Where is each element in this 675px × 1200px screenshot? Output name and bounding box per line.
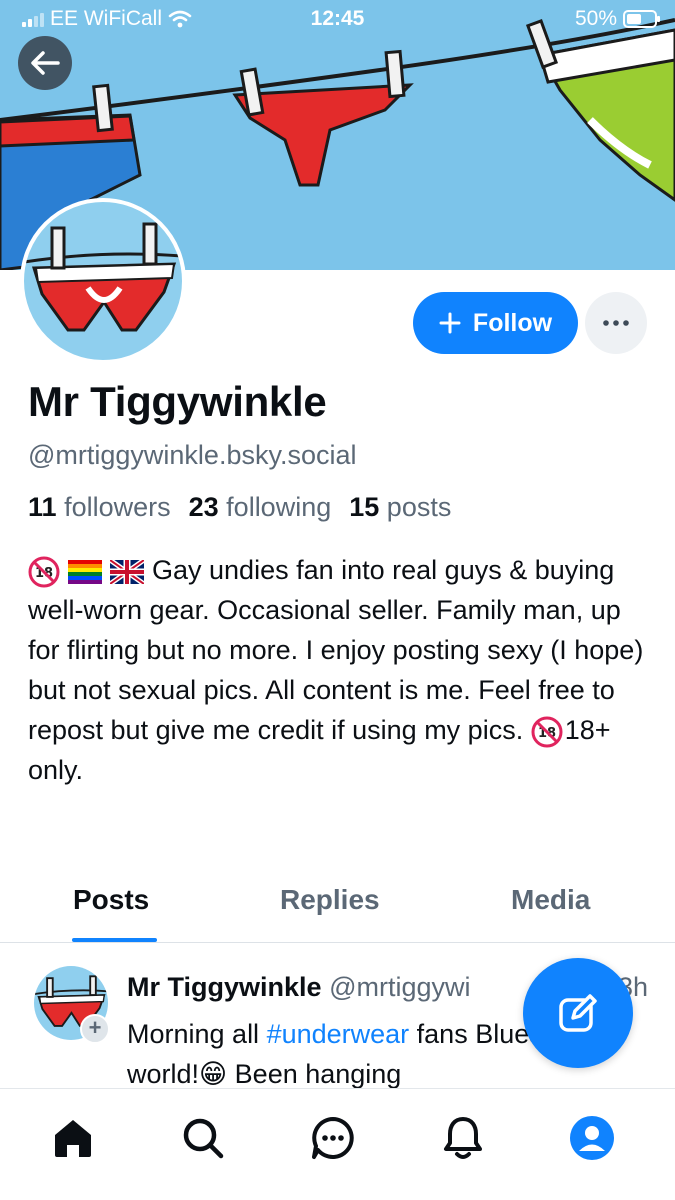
post-author-name[interactable]: Mr Tiggywinkle bbox=[127, 972, 322, 1002]
posts-label: posts bbox=[386, 492, 452, 522]
followers-stat[interactable]: 11 followers bbox=[28, 492, 171, 523]
followers-count: 11 bbox=[28, 492, 57, 522]
profile-icon bbox=[570, 1116, 614, 1160]
status-bar: EE WiFiCall 12:45 50% bbox=[0, 0, 675, 38]
tab-posts[interactable]: Posts bbox=[73, 884, 149, 916]
nav-home[interactable] bbox=[48, 1113, 98, 1163]
follow-label: Follow bbox=[472, 308, 553, 337]
status-time: 12:45 bbox=[310, 7, 365, 30]
nav-notifications[interactable] bbox=[438, 1113, 488, 1163]
battery-info: 50% bbox=[575, 7, 661, 31]
plus-icon bbox=[439, 312, 461, 334]
compose-button[interactable] bbox=[523, 958, 633, 1068]
bio-text-line1: Gay undies fan into real guys & bbox=[152, 555, 528, 585]
followers-label: followers bbox=[64, 492, 171, 522]
search-icon bbox=[183, 1118, 224, 1159]
post-text-start: Morning all bbox=[127, 1019, 267, 1049]
follow-button[interactable]: Follow bbox=[413, 292, 578, 354]
chat-icon bbox=[312, 1117, 354, 1159]
active-tab-indicator bbox=[72, 938, 157, 942]
nav-profile[interactable] bbox=[567, 1113, 617, 1163]
posts-stat: 15 posts bbox=[349, 492, 451, 523]
rainbow-flag-icon bbox=[68, 559, 102, 584]
tab-replies[interactable]: Replies bbox=[280, 884, 380, 916]
battery-icon bbox=[623, 10, 660, 28]
profile-name: Mr Tiggywinkle bbox=[28, 378, 327, 425]
hashtag-link[interactable]: #underwear bbox=[267, 1019, 410, 1049]
profile-bio: 18 Gay undies fan into real guys & buyin… bbox=[28, 550, 648, 790]
uk-flag-icon bbox=[110, 559, 144, 584]
compose-icon bbox=[559, 994, 597, 1032]
bell-icon bbox=[444, 1117, 482, 1159]
nav-search[interactable] bbox=[178, 1113, 228, 1163]
arrow-left-icon bbox=[31, 51, 60, 75]
more-options-button[interactable] bbox=[585, 292, 647, 354]
home-icon bbox=[55, 1120, 91, 1157]
following-count: 23 bbox=[188, 492, 219, 522]
profile-handle: @mrtiggywinkle.bsky.social bbox=[28, 440, 357, 470]
battery-percent: 50% bbox=[574, 7, 617, 30]
avatar-illustration bbox=[24, 222, 182, 332]
profile-tabs: Posts Replies Media bbox=[0, 870, 675, 943]
following-stat[interactable]: 23 following bbox=[189, 492, 332, 523]
ellipsis-icon bbox=[603, 320, 629, 326]
following-label: following bbox=[226, 492, 332, 522]
post-header: Mr Tiggywinkle @mrtiggywi bbox=[127, 972, 470, 1003]
profile-avatar[interactable] bbox=[20, 198, 186, 364]
posts-count: 15 bbox=[349, 492, 380, 522]
back-button[interactable] bbox=[18, 36, 72, 90]
bottom-navigation bbox=[0, 1088, 675, 1200]
no-under-18-icon: 18 bbox=[28, 556, 60, 588]
tab-media[interactable]: Media bbox=[511, 884, 590, 916]
profile-stats: 11 followers 23 following 15 posts bbox=[28, 492, 451, 523]
no-under-18-icon: 18 bbox=[531, 716, 563, 748]
follow-plus-icon[interactable]: + bbox=[80, 1014, 110, 1044]
nav-chat[interactable] bbox=[308, 1113, 358, 1163]
post-author-handle: @mrtiggywi bbox=[329, 972, 471, 1002]
